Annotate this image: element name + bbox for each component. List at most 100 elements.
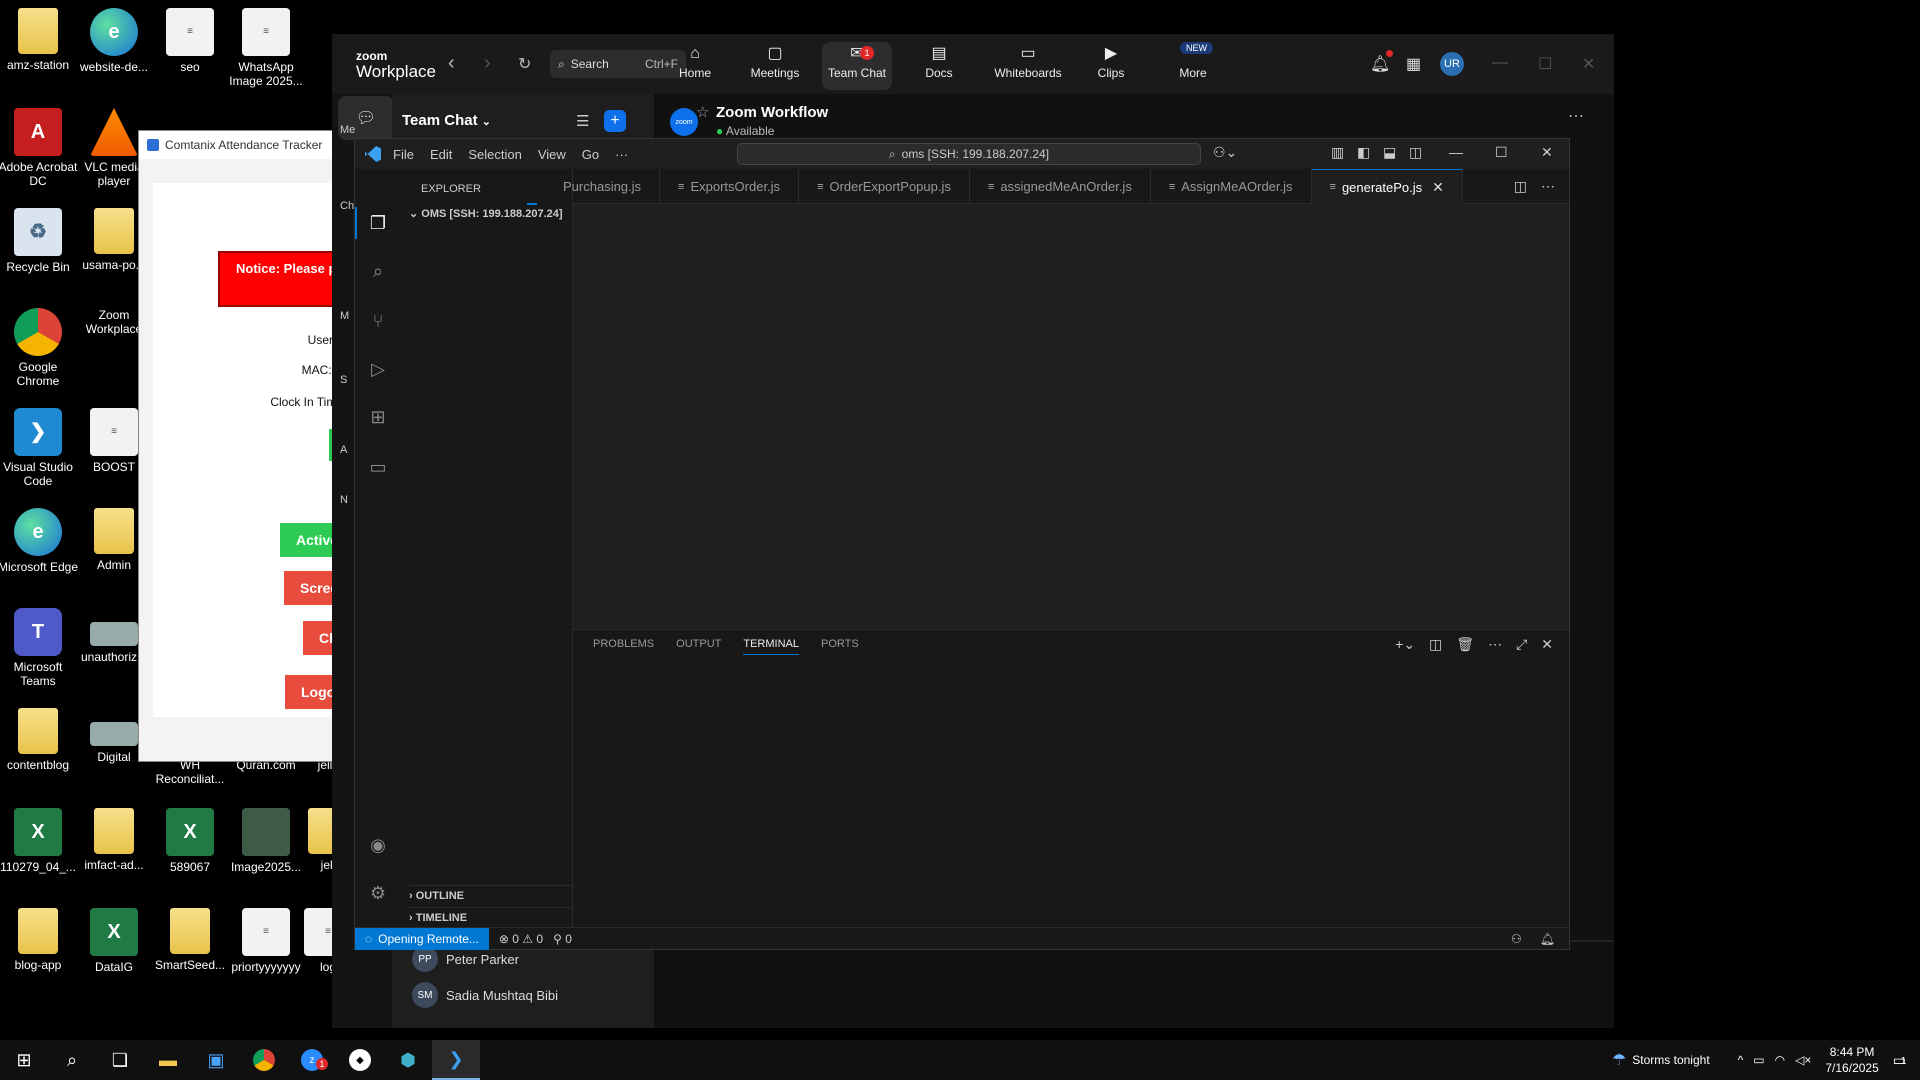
store-icon[interactable]: ▣ — [192, 1040, 240, 1080]
chrome-icon[interactable] — [240, 1040, 288, 1080]
maximize-icon[interactable]: ☐ — [1495, 144, 1508, 161]
forward-arrow-icon[interactable]: › — [484, 52, 491, 75]
outline-section[interactable]: › OUTLINE — [409, 885, 573, 902]
close-icon[interactable]: ✕ — [1432, 179, 1444, 196]
copilot-icon[interactable]: ⚇⌄ — [1213, 144, 1237, 161]
editor-tab[interactable]: ≡ AssignMeAOrder.js — [1151, 169, 1312, 204]
sidebar-label[interactable]: A — [340, 444, 347, 456]
add-chat-button[interactable]: + — [604, 110, 626, 132]
panel-tab-terminal[interactable]: TERMINAL — [743, 638, 799, 655]
app-icon[interactable]: ◆ — [336, 1040, 384, 1080]
desktop-icon[interactable]: SmartSeed... — [148, 908, 232, 972]
task-view-icon[interactable]: ❏ — [96, 1040, 144, 1080]
tracker-title-bar[interactable]: Comtanix Attendance Tracker — [139, 131, 337, 159]
desktop-icon[interactable]: X 110279_04_... — [0, 808, 80, 874]
remote-indicator[interactable]: ◌ Opening Remote... — [355, 927, 489, 950]
tab-team-chat[interactable]: ✉ Team Chat 1 — [822, 42, 892, 90]
copilot-icon[interactable]: ⚇ — [1511, 932, 1522, 946]
menu-item[interactable]: Edit — [430, 147, 452, 162]
minimize-icon[interactable]: — — [1449, 144, 1463, 160]
maximize-icon[interactable]: ☐ — [1538, 54, 1552, 74]
sidebar-label[interactable]: Ch — [340, 200, 354, 212]
account-icon[interactable]: ◉ — [366, 833, 390, 857]
more-options-icon[interactable]: ⋯ — [1568, 106, 1584, 126]
editor-tab[interactable]: ≡ ExportsOrder.js — [660, 169, 800, 204]
start-button[interactable]: ⊞ — [0, 1040, 48, 1080]
menu-item[interactable]: View — [538, 147, 566, 162]
tab-more[interactable]: ⋯MoreNEW — [1158, 42, 1228, 90]
close-icon[interactable]: ✕ — [1582, 54, 1595, 74]
back-arrow-icon[interactable]: ‹ — [448, 52, 455, 75]
sidebar-label[interactable]: Me — [340, 124, 355, 136]
editor-tab[interactable]: ≡ OrderExportPopup.js — [799, 169, 970, 204]
editor-tab[interactable]: ≡ assignedMeAnOrder.js — [970, 169, 1151, 204]
desktop-icon[interactable]: contentblog — [0, 708, 80, 772]
toggle-secondary-sidebar-icon[interactable]: ◫ — [1409, 144, 1422, 161]
source-control-icon[interactable]: ⑂ — [366, 309, 390, 333]
panel-tab-output[interactable]: OUTPUT — [676, 638, 721, 655]
desktop-icon[interactable]: T Microsoft Teams — [0, 608, 80, 688]
explorer-icon[interactable]: ❐ — [366, 211, 390, 235]
close-panel-icon[interactable]: ✕ — [1541, 636, 1553, 653]
new-terminal-icon[interactable]: +⌄ — [1395, 636, 1415, 653]
desktop-icon[interactable]: A Adobe Acrobat DC — [0, 108, 80, 188]
desktop-icon[interactable]: amz-station — [0, 8, 80, 72]
desktop-icon[interactable]: imfact-ad... — [72, 808, 156, 872]
search-icon[interactable]: ⌕ — [48, 1040, 96, 1080]
menu-item[interactable]: Selection — [468, 147, 521, 162]
notifications-icon[interactable]: ▭ 1 — [1893, 1052, 1907, 1069]
star-icon[interactable]: ☆ — [696, 103, 709, 121]
desktop-icon[interactable]: e Microsoft Edge — [0, 508, 80, 574]
desktop-icon[interactable]: ♻ Recycle Bin — [0, 208, 80, 274]
editor-tab[interactable]: ≡ generatePo.js ✕ — [1311, 169, 1463, 204]
wifi-icon[interactable]: ◠ — [1775, 1053, 1785, 1067]
tab-clips[interactable]: ▶ Clips — [1076, 42, 1146, 90]
desktop-icon[interactable]: X 589067 — [148, 808, 232, 874]
zoom-taskbar-icon[interactable]: z1 — [288, 1040, 336, 1080]
editor-tab[interactable]: Purchasing.js — [545, 169, 661, 204]
close-icon[interactable]: ✕ — [1541, 144, 1553, 161]
filter-icon[interactable]: ☰ — [576, 112, 589, 130]
tab-home[interactable]: ⌂ Home — [660, 42, 730, 90]
tab-whiteboards[interactable]: ▭ Whiteboards — [986, 42, 1070, 90]
weather-text[interactable]: Storms tonight — [1632, 1053, 1709, 1067]
desktop-icon[interactable]: e website-de... — [72, 8, 156, 74]
more-actions-icon[interactable]: ⋯ — [1541, 178, 1555, 195]
menu-item[interactable]: ··· — [615, 147, 628, 162]
panel-tab-problems[interactable]: PROBLEMS — [593, 638, 654, 655]
ports-status[interactable]: ⚲ 0 — [553, 932, 572, 946]
maximize-panel-icon[interactable]: ⤢ — [1516, 636, 1527, 653]
clock[interactable]: 8:44 PM 7/16/2025 — [1825, 1044, 1878, 1076]
split-editor-icon[interactable]: ◫ — [1514, 178, 1527, 195]
desktop-icon[interactable]: X DataIG — [72, 908, 156, 974]
volume-icon[interactable]: ◁× — [1795, 1053, 1811, 1067]
app-icon-2[interactable]: ⬢ — [384, 1040, 432, 1080]
trash-icon[interactable]: 🗑︎ — [1456, 636, 1474, 653]
avatar[interactable]: UR — [1440, 52, 1464, 76]
tab-meetings[interactable]: ▢ Meetings — [740, 42, 810, 90]
remote-explorer-icon[interactable]: ▭ — [366, 455, 390, 479]
command-center[interactable]: ⌕ oms [SSH: 199.188.207.24] — [737, 143, 1201, 165]
more-actions-icon[interactable]: ⋯ — [1488, 636, 1502, 653]
desktop-icon[interactable]: ❯ Visual Studio Code — [0, 408, 80, 488]
toggle-sidebar-icon[interactable]: ◧ — [1357, 144, 1370, 161]
toggle-panel-icon[interactable]: ⬓ — [1383, 144, 1396, 161]
battery-icon[interactable]: ▭ — [1753, 1053, 1764, 1067]
history-icon[interactable]: ↻ — [518, 54, 531, 74]
sidebar-label[interactable]: S — [340, 374, 347, 386]
problems-status[interactable]: ⊗ 0 ⚠ 0 — [499, 932, 543, 946]
desktop-icon[interactable]: ≡ WhatsApp Image 2025... — [224, 8, 308, 88]
bell-icon[interactable]: 🔔︎ — [1370, 54, 1390, 74]
tab-docs[interactable]: ▤ Docs — [904, 42, 974, 90]
explorer-root-folder[interactable]: ⌄ OMS [SSH: 199.188.207.24] — [409, 207, 563, 220]
extensions-icon[interactable]: ⊞ — [366, 405, 390, 429]
team-chat-title[interactable]: Team Chat ⌄ — [402, 112, 491, 129]
bell-icon[interactable]: 🔔︎ — [1540, 932, 1555, 946]
panel-tab-ports[interactable]: PORTS — [821, 638, 859, 655]
sidebar-label[interactable]: M — [340, 310, 349, 322]
chevron-up-icon[interactable]: ^ — [1738, 1053, 1744, 1067]
split-terminal-icon[interactable]: ◫ — [1429, 636, 1442, 653]
search-icon[interactable]: ⌕ — [366, 259, 390, 283]
desktop-icon[interactable]: blog-app — [0, 908, 80, 972]
minimize-icon[interactable]: — — [1492, 54, 1508, 72]
